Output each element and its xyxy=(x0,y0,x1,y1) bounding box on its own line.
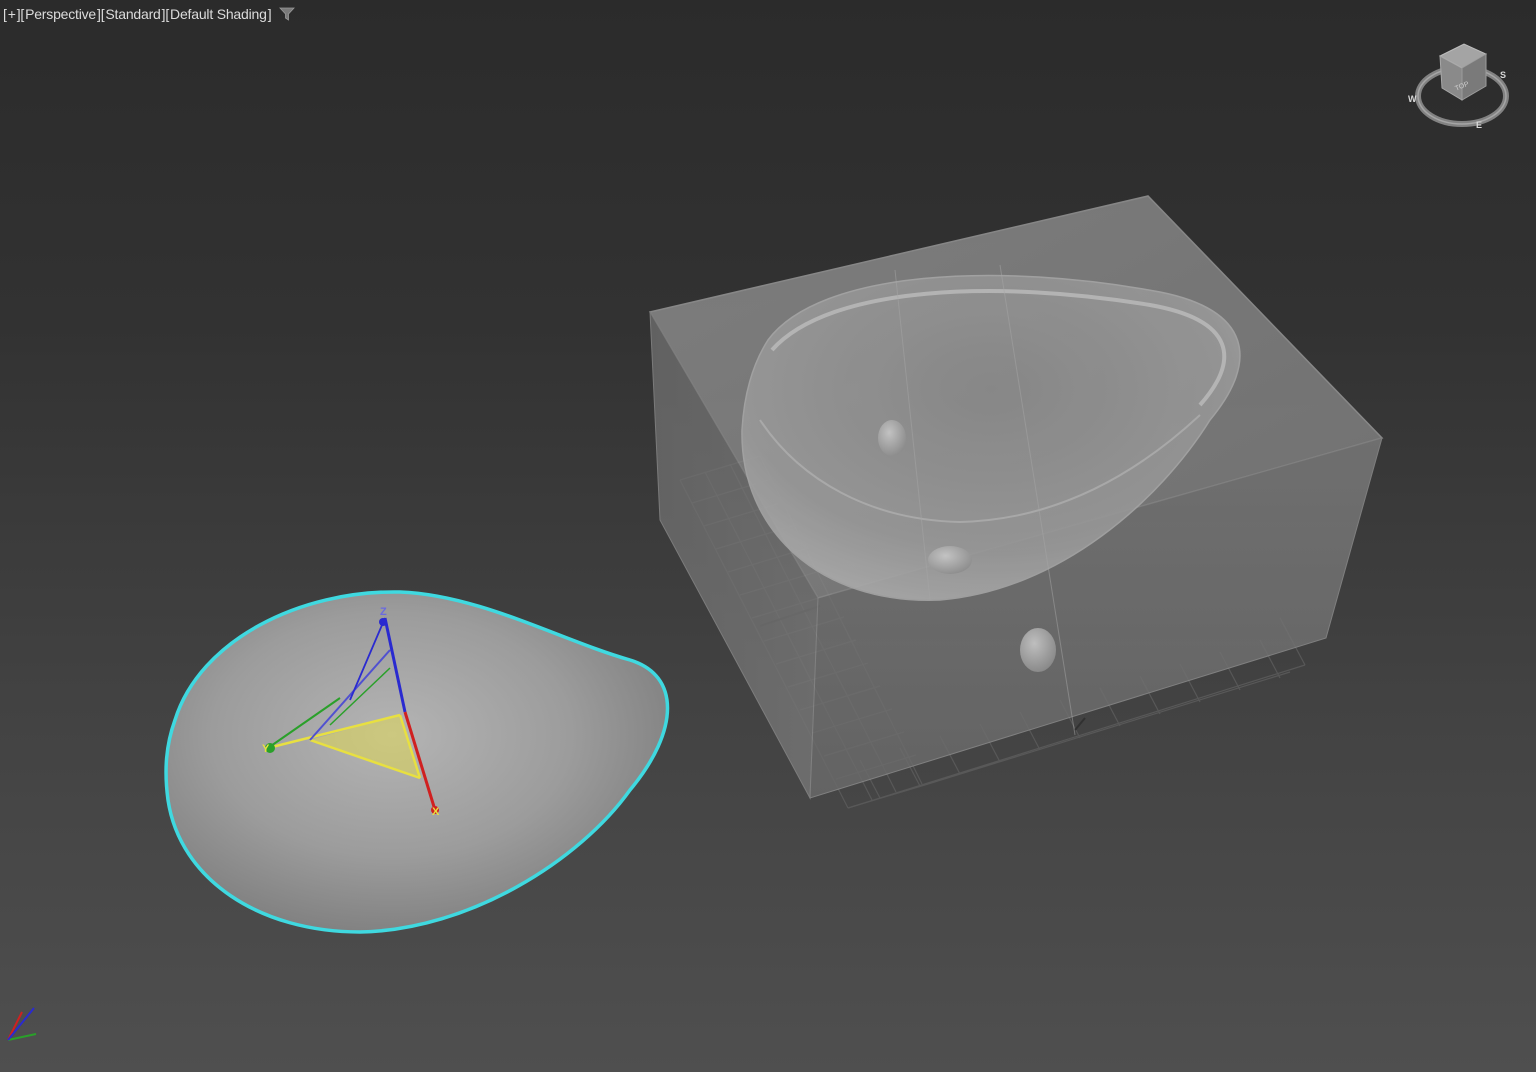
funnel-icon[interactable] xyxy=(279,6,296,22)
scene-canvas[interactable]: Y Z X xyxy=(0,0,1536,1072)
compass-west[interactable]: W xyxy=(1408,94,1417,104)
blob-surface xyxy=(164,590,670,934)
viewcube[interactable]: TOP W S E xyxy=(1404,36,1524,140)
viewport-mode-menu[interactable]: Standard xyxy=(104,6,161,22)
gizmo-y-label: Y xyxy=(262,743,270,755)
gizmo-z-label: Z xyxy=(380,606,387,618)
compass-east[interactable]: E xyxy=(1476,120,1482,130)
viewport-shading-menu[interactable]: Default Shading xyxy=(169,6,268,22)
viewport-label-menu: [ + ][ Perspective ][ Standard ][ Defaul… xyxy=(3,4,296,24)
compass-south[interactable]: S xyxy=(1500,70,1506,80)
viewcube-cube[interactable] xyxy=(1438,43,1488,101)
viewport-general-menu[interactable]: + xyxy=(7,6,17,22)
gizmo-x-label: X xyxy=(432,806,440,818)
viewport-point-of-view-menu[interactable]: Perspective xyxy=(24,6,97,22)
blob-object-selected[interactable] xyxy=(164,590,670,934)
perspective-viewport[interactable]: Y Z X [ + ][ Perspective ][ Standard ][ … xyxy=(0,0,1536,1072)
axis-tripod-icon xyxy=(7,1007,37,1041)
